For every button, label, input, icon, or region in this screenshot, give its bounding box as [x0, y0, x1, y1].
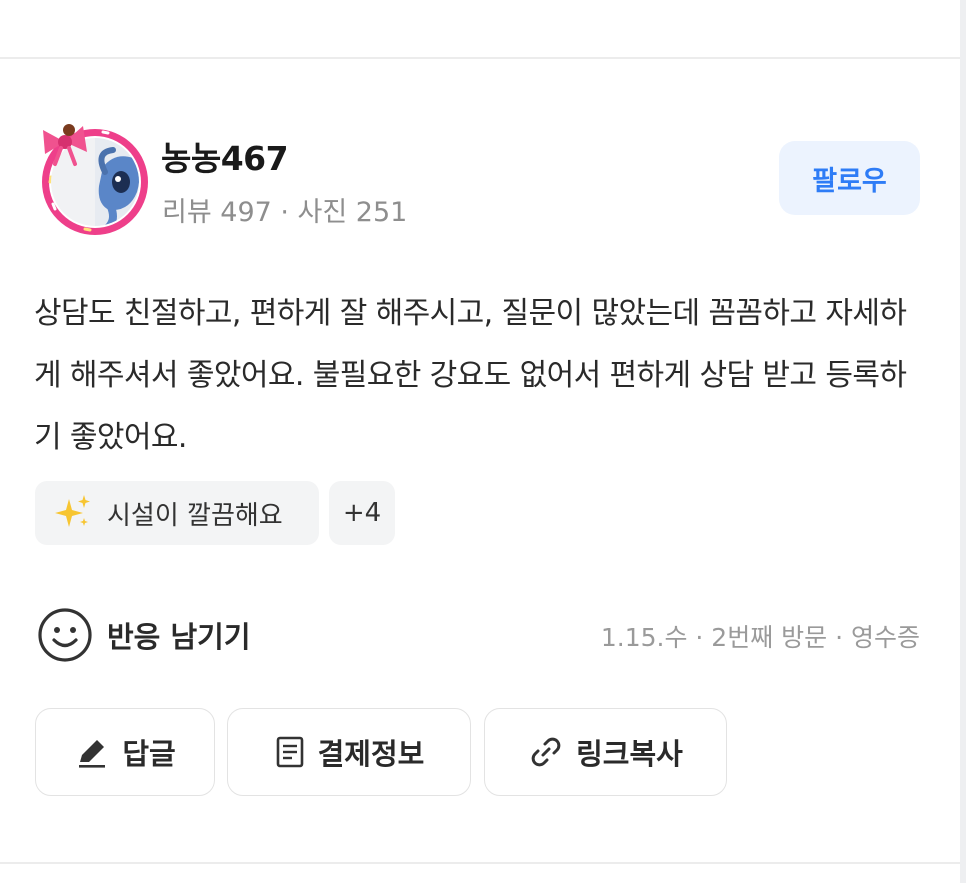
copy-link-button[interactable]: 링크복사: [484, 708, 727, 796]
visit-meta: 1.15.수 · 2번째 방문 · 영수증: [600, 623, 920, 652]
leave-reaction-button[interactable]: 반응 남기기: [37, 607, 251, 663]
payment-info-label: 결제정보: [317, 737, 425, 771]
pencil-icon: [79, 740, 106, 768]
follow-button[interactable]: 팔로우: [779, 141, 920, 215]
keyword-tag-label: 시설이 깔끔해요: [107, 500, 283, 531]
payment-info-button[interactable]: 결제정보: [227, 708, 471, 796]
avatar[interactable]: [25, 112, 153, 240]
bottom-divider: [0, 862, 960, 864]
top-divider: [0, 57, 960, 59]
reply-button[interactable]: 답글: [35, 708, 215, 796]
review-text: 상담도 친절하고, 편하게 잘 해주시고, 질문이 많았는데 꼼꼼하고 자세하게…: [34, 296, 907, 455]
scrollbar-track: [960, 0, 966, 883]
user-stats: 리뷰 497 · 사진 251: [162, 197, 408, 228]
review-card-page: 농농467 리뷰 497 · 사진 251 팔로우 상담도 친절하고, 편하게 …: [0, 0, 966, 883]
reaction-label: 반응 남기기: [107, 620, 251, 654]
more-tags-button[interactable]: +4: [329, 481, 395, 545]
smile-icon: [38, 608, 92, 662]
receipt-icon: [276, 736, 303, 768]
link-icon: [531, 737, 561, 767]
reply-label: 답글: [122, 737, 176, 771]
keyword-tag[interactable]: 시설이 깔끔해요: [35, 481, 319, 545]
sparkles-icon: [55, 495, 90, 527]
username[interactable]: 농농467: [161, 132, 289, 180]
copy-link-label: 링크복사: [576, 737, 683, 771]
